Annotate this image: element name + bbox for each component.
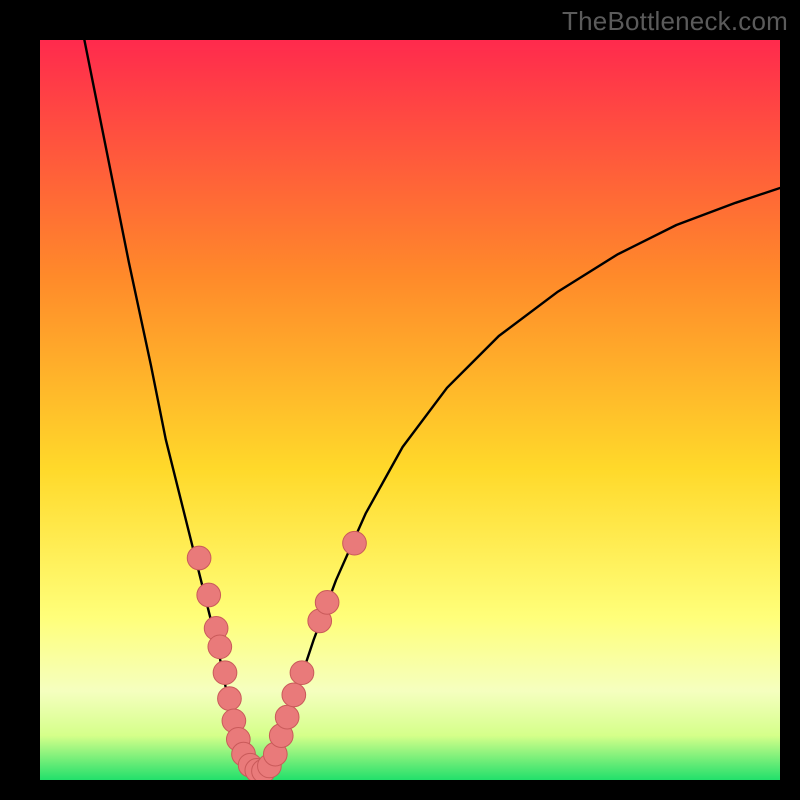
scatter-dot <box>290 661 314 685</box>
scatter-dot <box>213 661 237 685</box>
gradient-background <box>40 40 780 780</box>
plot-svg <box>40 40 780 780</box>
scatter-dot <box>343 531 367 555</box>
scatter-dot <box>197 583 221 607</box>
chart-frame: TheBottleneck.com <box>0 0 800 800</box>
scatter-dot <box>275 705 299 729</box>
watermark-text: TheBottleneck.com <box>562 6 788 37</box>
scatter-dot <box>208 635 232 659</box>
plot-area <box>40 40 780 780</box>
scatter-dot <box>218 687 242 711</box>
scatter-dot <box>315 591 339 615</box>
scatter-dot <box>282 683 306 707</box>
scatter-dot <box>187 546 211 570</box>
